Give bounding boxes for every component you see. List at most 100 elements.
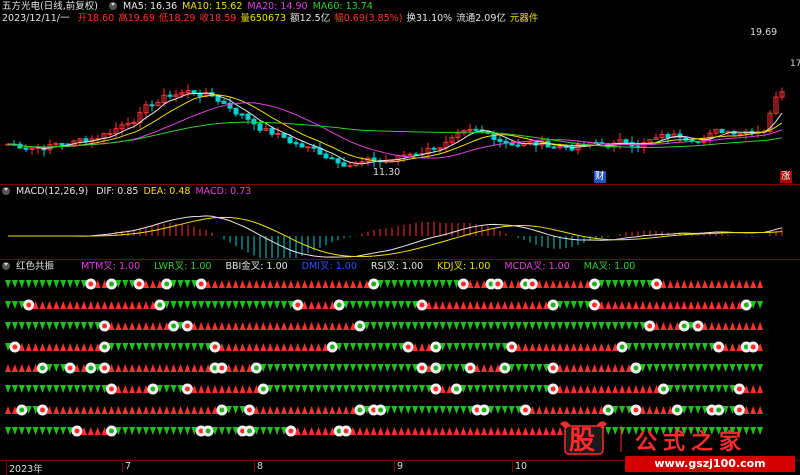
up-arrow-icon: [612, 301, 619, 309]
up-arrow-icon: [225, 343, 232, 351]
down-arrow-icon: [5, 427, 11, 435]
up-arrow-icon: [281, 406, 287, 414]
up-arrow-icon: [225, 280, 232, 288]
resonance-value-1: LWR叉: 1.00: [154, 261, 212, 272]
up-arrow-icon: [481, 364, 488, 372]
dropdown-icon[interactable]: [2, 262, 10, 270]
up-arrow-icon: [143, 322, 149, 330]
down-arrow-icon: [563, 322, 570, 330]
up-arrow-icon: [301, 280, 308, 288]
macd-title[interactable]: MACD(12,26,9): [16, 186, 88, 197]
down-arrow-icon: [570, 301, 577, 309]
down-arrow-icon: [695, 343, 701, 351]
cross-signal-icon: [713, 404, 725, 416]
up-arrow-icon: [322, 427, 329, 435]
down-arrow-icon: [722, 385, 729, 393]
down-arrow-icon: [439, 406, 446, 414]
up-arrow-icon: [515, 427, 522, 435]
up-arrow-icon: [446, 301, 453, 309]
down-arrow-icon: [515, 322, 522, 330]
limit-up-badge[interactable]: 涨: [780, 171, 792, 183]
axis-label-2: 8: [254, 461, 263, 472]
up-arrow-icon: [60, 301, 67, 309]
up-arrow-icon: [239, 322, 246, 330]
down-arrow-icon: [391, 301, 398, 309]
down-arrow-icon: [736, 364, 743, 372]
candlestick: [173, 89, 179, 102]
down-arrow-icon: [391, 406, 398, 414]
up-arrow-icon: [515, 301, 522, 309]
axis-label-3: 9: [394, 461, 403, 472]
up-arrow-icon: [605, 364, 612, 372]
up-arrow-icon: [53, 301, 60, 309]
down-arrow-icon: [715, 385, 722, 393]
up-arrow-icon: [87, 301, 94, 309]
up-arrow-icon: [274, 343, 281, 351]
up-arrow-icon: [287, 280, 294, 288]
down-arrow-icon: [218, 301, 225, 309]
down-arrow-icon: [274, 301, 281, 309]
up-arrow-icon: [67, 301, 74, 309]
down-arrow-icon: [453, 343, 460, 351]
down-arrow-icon: [481, 322, 488, 330]
up-arrow-icon: [467, 427, 474, 435]
info-value-5: 额12.5亿: [290, 13, 331, 24]
up-arrow-icon: [122, 364, 129, 372]
down-arrow-icon: [729, 364, 736, 372]
up-arrow-icon: [212, 280, 218, 288]
up-arrow-icon: [163, 364, 170, 372]
down-arrow-icon: [619, 322, 626, 330]
price-chart[interactable]: [0, 24, 800, 184]
down-arrow-icon: [529, 322, 536, 330]
candlestick: [191, 90, 197, 96]
macd-legend: DIF: 0.85 DEA: 0.48 MACD: 0.73: [96, 186, 256, 197]
up-arrow-icon: [557, 406, 563, 414]
resonance-value-4: RSI叉: 1.00: [370, 261, 424, 272]
cross-signal-icon: [37, 404, 48, 416]
up-arrow-icon: [639, 385, 646, 393]
dropdown-icon[interactable]: [108, 2, 117, 10]
candlestick: [449, 135, 455, 145]
down-arrow-icon: [439, 280, 446, 288]
down-arrow-icon: [329, 385, 336, 393]
up-arrow-icon: [294, 343, 301, 351]
site-watermark: 股 公式之家 www.gszj100.com: [555, 418, 800, 474]
candlestick: [779, 87, 785, 101]
up-arrow-icon: [474, 280, 481, 288]
resonance-value-5: KDJ叉: 1.00: [437, 261, 491, 272]
up-arrow-icon: [336, 322, 343, 330]
up-arrow-icon: [301, 322, 308, 330]
down-arrow-icon: [750, 364, 757, 372]
up-arrow-icon: [419, 427, 425, 435]
up-arrow-icon: [25, 343, 32, 351]
down-arrow-icon: [163, 427, 170, 435]
up-arrow-icon: [308, 406, 315, 414]
up-arrow-icon: [232, 280, 239, 288]
up-arrow-icon: [212, 385, 218, 393]
macd-chart[interactable]: [0, 198, 800, 258]
down-arrow-icon: [267, 364, 274, 372]
down-arrow-icon: [660, 343, 667, 351]
down-arrow-icon: [612, 280, 619, 288]
down-arrow-icon: [536, 385, 543, 393]
cross-signal-icon: [416, 362, 428, 374]
resonance-title[interactable]: 红色共振: [16, 261, 54, 272]
down-arrow-icon: [253, 301, 260, 309]
down-arrow-icon: [11, 301, 18, 309]
cross-signal-icon: [333, 299, 345, 311]
up-arrow-icon: [474, 427, 481, 435]
finance-badge[interactable]: 财: [594, 171, 606, 183]
up-arrow-icon: [198, 364, 205, 372]
down-arrow-icon: [460, 406, 467, 414]
down-arrow-icon: [274, 427, 281, 435]
cross-signal-icon: [16, 404, 28, 416]
down-arrow-icon: [322, 364, 329, 372]
up-arrow-icon: [246, 343, 253, 351]
up-arrow-icon: [32, 343, 39, 351]
dropdown-icon[interactable]: [2, 187, 10, 195]
stock-title[interactable]: 五方光电(日线,前复权): [2, 1, 98, 12]
up-arrow-icon: [626, 385, 632, 393]
cross-signal-icon: [354, 320, 366, 332]
up-arrow-icon: [198, 385, 205, 393]
down-arrow-icon: [336, 364, 343, 372]
